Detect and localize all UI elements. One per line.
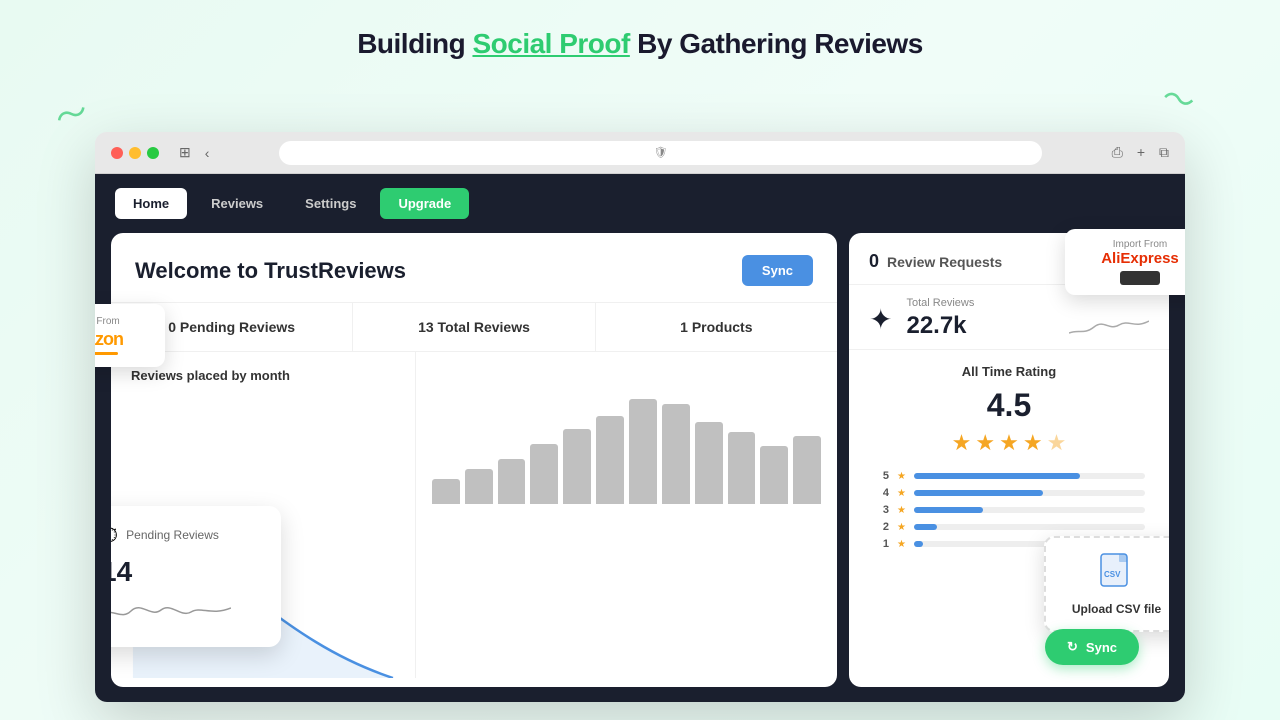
title-highlight: Social Proof — [472, 28, 629, 59]
traffic-lights — [111, 147, 159, 159]
pending-icon: ⏱ — [111, 522, 118, 548]
minimize-button-circle[interactable] — [129, 147, 141, 159]
bar-2 — [465, 469, 493, 504]
welcome-header: Welcome to TrustReviews Sync — [111, 233, 837, 303]
back-icon[interactable]: ‹ — [205, 145, 210, 161]
bar-5 — [563, 429, 591, 504]
bar-chart-area — [416, 352, 837, 678]
sync-bottom-button[interactable]: ↻ Sync — [1045, 629, 1139, 665]
bar-1 — [432, 479, 460, 504]
star-icon-5: ★ — [897, 471, 906, 482]
bar-7 — [629, 399, 657, 504]
rating-bar-4: 4 ★ — [873, 487, 1145, 499]
title-prefix: Building — [357, 28, 472, 59]
main-area: Welcome to TrustReviews Sync 0 Pending R… — [95, 233, 1185, 699]
pending-number: 14 — [111, 556, 261, 588]
rating-bar-3: 3 ★ — [873, 504, 1145, 516]
total-reviews-label: Total Reviews — [906, 297, 1149, 309]
bar-8 — [662, 404, 690, 504]
sync-button[interactable]: Sync — [742, 255, 813, 286]
sync-icon: ↻ — [1067, 639, 1078, 655]
bar-12 — [793, 436, 821, 504]
right-panel: 0 Review Requests ✦ Total Reviews 22.7k — [849, 233, 1169, 687]
stats-row: 0 Pending Reviews 13 Total Reviews 1 Pro… — [111, 303, 837, 352]
close-button-circle[interactable] — [111, 147, 123, 159]
app-content: Home Reviews Settings Upgrade Welcome to… — [95, 174, 1185, 702]
total-reviews-chart — [1069, 311, 1149, 341]
star-3: ★ — [999, 430, 1019, 456]
stars-row: ★ ★ ★ ★ ★ — [869, 430, 1149, 456]
tabs-icon[interactable]: ⧉ — [1159, 144, 1169, 161]
bar-6 — [596, 416, 624, 504]
page-title: Building Social Proof By Gathering Revie… — [0, 0, 1280, 60]
bar-3 — [498, 459, 526, 504]
browser-window: ⊞ ‹ 🛡 ⎙ + ⧉ Home Reviews Settings Upgrad… — [95, 132, 1185, 702]
import-aliexpress-from-label: Import From — [1079, 239, 1185, 250]
sidebar-toggle-icon[interactable]: ⊞ — [179, 144, 191, 161]
new-tab-icon[interactable]: + — [1137, 144, 1145, 161]
app-nav: Home Reviews Settings Upgrade — [95, 174, 1185, 233]
nav-home[interactable]: Home — [115, 188, 187, 219]
share-icon[interactable]: ⎙ — [1112, 144, 1123, 161]
welcome-card: Welcome to TrustReviews Sync 0 Pending R… — [111, 233, 837, 687]
rating-bar-5: 5 ★ — [873, 470, 1145, 482]
products-stat: 1 Products — [596, 303, 837, 351]
swirl-left: 〜 — [48, 86, 94, 140]
sync-bottom-label: Sync — [1086, 640, 1117, 655]
all-time-label: All Time Rating — [869, 364, 1149, 379]
bar-4 — [530, 444, 558, 504]
chart-title: Reviews placed by month — [131, 368, 395, 383]
star-icon-4: ★ — [897, 488, 906, 499]
bar-9 — [695, 422, 723, 504]
pending-card: ⏱ Pending Reviews 14 — [111, 506, 281, 647]
amazon-underline — [95, 352, 118, 355]
csv-upload-label: Upload CSV file — [1064, 602, 1169, 616]
star-4: ★ — [1023, 430, 1043, 456]
star-icon-3: ★ — [897, 505, 906, 516]
review-requests-count: 0 — [869, 251, 879, 272]
rating-value: 4.5 — [869, 387, 1149, 424]
import-amazon-card[interactable]: Import From amazon — [95, 304, 165, 367]
aliexpress-bar — [1120, 271, 1160, 285]
amazon-logo: amazon — [95, 329, 149, 350]
bar-10 — [728, 432, 756, 504]
star-2: ★ — [975, 430, 995, 456]
bar-11 — [760, 446, 788, 504]
title-suffix: By Gathering Reviews — [630, 28, 923, 59]
maximize-button-circle[interactable] — [147, 147, 159, 159]
star-icon-1: ★ — [897, 539, 906, 550]
star-burst-icon: ✦ — [869, 303, 892, 336]
nav-settings[interactable]: Settings — [287, 188, 374, 219]
pending-label: Pending Reviews — [126, 528, 219, 542]
shield-icon: 🛡 — [654, 146, 668, 159]
star-5-half: ★ — [1047, 430, 1067, 456]
swirl-right: 〜 — [1158, 72, 1201, 125]
wavy-line — [111, 596, 231, 626]
star-icon-2: ★ — [897, 522, 906, 533]
svg-text:CSV: CSV — [1104, 570, 1121, 579]
csv-upload-card[interactable]: CSV Upload CSV file — [1044, 536, 1169, 632]
total-reviews-number: 22.7k — [906, 312, 966, 340]
star-1: ★ — [952, 430, 972, 456]
browser-actions: ⎙ + ⧉ — [1112, 144, 1169, 161]
aliexpress-logo: AliExpress — [1079, 250, 1185, 267]
csv-file-icon: CSV — [1097, 552, 1137, 588]
browser-chrome: ⊞ ‹ 🛡 ⎙ + ⧉ — [95, 132, 1185, 174]
nav-upgrade[interactable]: Upgrade — [380, 188, 469, 219]
welcome-title: Welcome to TrustReviews — [135, 258, 406, 284]
rating-bar-2: 2 ★ — [873, 521, 1145, 533]
import-amazon-from-label: Import From — [95, 316, 149, 327]
nav-reviews[interactable]: Reviews — [193, 188, 281, 219]
bar-chart — [432, 374, 821, 504]
review-requests-label: Review Requests — [887, 254, 1002, 270]
total-reviews-stat: 13 Total Reviews — [353, 303, 595, 351]
address-bar[interactable]: 🛡 — [279, 141, 1041, 165]
import-aliexpress-card[interactable]: Import From AliExpress — [1065, 229, 1185, 295]
csv-icon: CSV — [1064, 552, 1169, 596]
